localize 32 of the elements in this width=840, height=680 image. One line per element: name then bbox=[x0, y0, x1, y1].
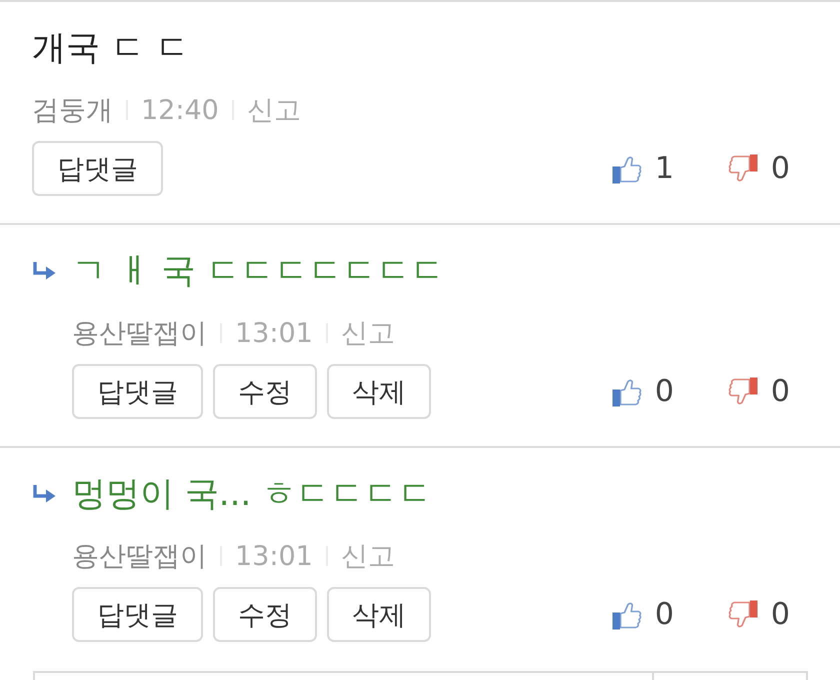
thumbs-down-icon bbox=[728, 154, 758, 184]
comment-title: ㄱ ㅐ 국 ㄷㄷㄷㄷㄷㄷㄷ bbox=[72, 250, 444, 293]
like-button[interactable]: 0 bbox=[612, 597, 674, 632]
like-button[interactable]: 1 bbox=[612, 151, 674, 186]
reply-button[interactable]: 답댓글 bbox=[72, 587, 203, 642]
thumbs-down-icon bbox=[728, 376, 758, 406]
dislike-button[interactable]: 0 bbox=[728, 151, 790, 186]
dislike-button[interactable]: 0 bbox=[728, 374, 790, 409]
edit-button[interactable]: 수정 bbox=[213, 587, 317, 642]
author-name: 용산딸잽이 bbox=[72, 540, 207, 574]
delete-button[interactable]: 삭제 bbox=[327, 364, 431, 419]
delete-button[interactable]: 삭제 bbox=[327, 587, 431, 642]
reply-arrow-icon bbox=[32, 262, 56, 280]
author-name: 검둥개 bbox=[32, 94, 113, 128]
edit-button[interactable]: 수정 bbox=[213, 364, 317, 419]
comment-title: 개국 ㄷ ㄷ bbox=[32, 27, 190, 70]
submit-button[interactable] bbox=[652, 671, 808, 680]
like-button[interactable]: 0 bbox=[612, 374, 674, 409]
reply-arrow-icon bbox=[32, 485, 56, 503]
thumbs-up-icon bbox=[612, 154, 642, 184]
dislike-button[interactable]: 0 bbox=[728, 597, 790, 632]
comment-time: 13:01 bbox=[235, 318, 313, 348]
author-name: 용산딸잽이 bbox=[72, 317, 207, 351]
thumbs-down-icon bbox=[728, 600, 758, 630]
comment-time: 12:40 bbox=[141, 94, 219, 126]
comment-time: 13:01 bbox=[235, 540, 313, 572]
comment-title: 멍멍이 국... ㅎㄷㄷㄷㄷ bbox=[72, 473, 432, 516]
thumbs-up-icon bbox=[612, 600, 642, 630]
comment-input-field[interactable] bbox=[33, 671, 652, 680]
reply-button[interactable]: 답댓글 bbox=[72, 364, 203, 419]
reply-button[interactable]: 답댓글 bbox=[32, 141, 163, 196]
thumbs-up-icon bbox=[612, 376, 642, 406]
